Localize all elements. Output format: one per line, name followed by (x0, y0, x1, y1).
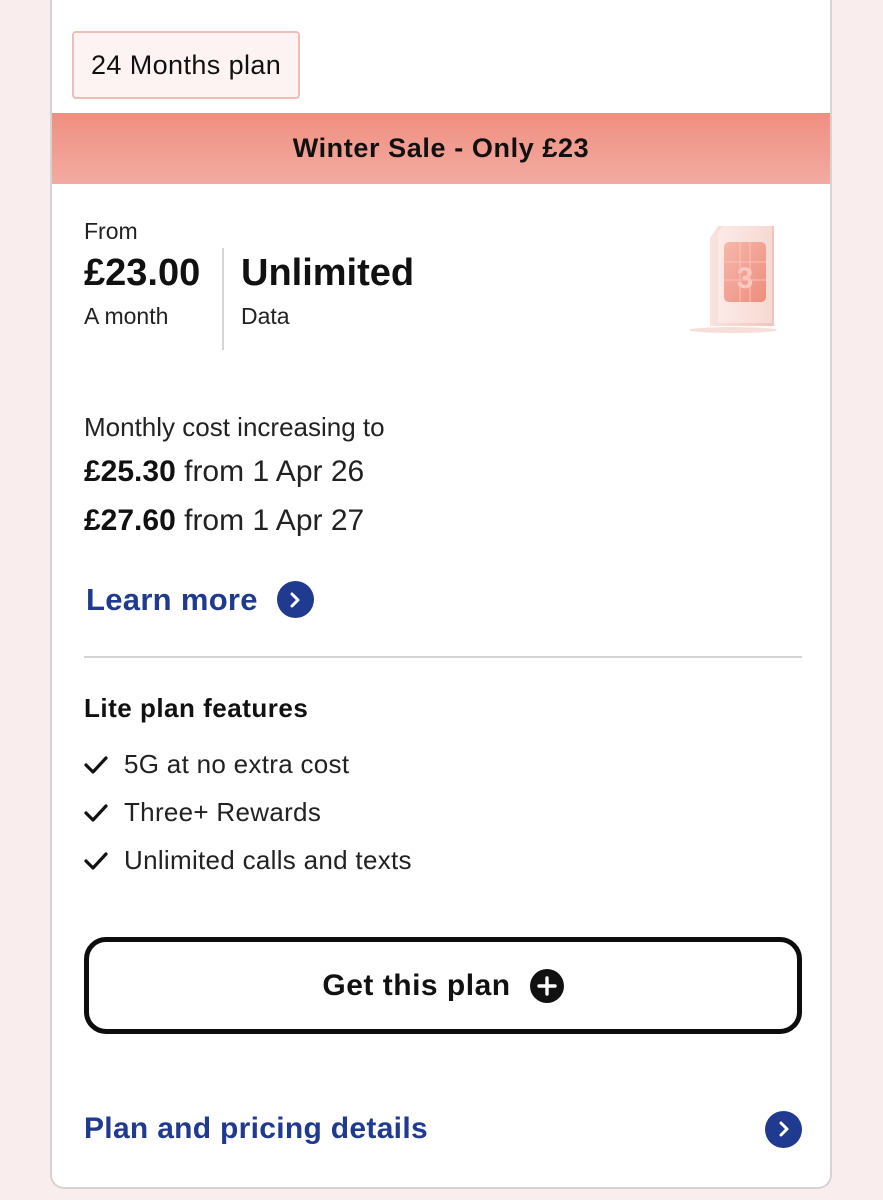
check-icon (84, 803, 108, 822)
feature-item: Three+ Rewards (84, 797, 321, 828)
cost-increase-row: £25.30 from 1 Apr 26 (84, 455, 364, 489)
price-unit: A month (84, 303, 169, 329)
check-icon (84, 755, 108, 774)
feature-label: 5G at no extra cost (124, 749, 350, 779)
sim-card-image: 3 (689, 225, 777, 333)
learn-more-link[interactable]: Learn more (86, 581, 314, 618)
cost-increase-row: £27.60 from 1 Apr 27 (84, 504, 364, 538)
increase-date: from 1 Apr 26 (184, 455, 365, 488)
cost-increase-heading: Monthly cost increasing to (84, 412, 385, 442)
section-divider (84, 656, 802, 658)
from-label: From (84, 218, 138, 244)
monthly-price: £23.00 (84, 252, 201, 294)
plan-pricing-details-link[interactable]: Plan and pricing details (84, 1108, 802, 1150)
price-divider (222, 248, 224, 350)
plan-card: 24 Months plan Winter Sale - Only £23 Fr… (50, 0, 832, 1189)
increase-amount: £25.30 (84, 455, 176, 488)
feature-item: Unlimited calls and texts (84, 845, 412, 876)
get-this-plan-button[interactable]: Get this plan (84, 937, 802, 1034)
data-unit: Data (241, 303, 290, 329)
data-allowance: Unlimited (241, 252, 415, 294)
feature-label: Three+ Rewards (124, 797, 322, 827)
learn-more-label: Learn more (86, 581, 258, 617)
features-title: Lite plan features (84, 693, 309, 723)
feature-item: 5G at no extra cost (84, 749, 349, 780)
plan-duration-tag: 24 Months plan (72, 31, 301, 99)
increase-amount: £27.60 (84, 504, 176, 537)
get-this-plan-label: Get this plan (322, 968, 511, 1002)
feature-label: Unlimited calls and texts (124, 845, 412, 875)
sale-banner: Winter Sale - Only £23 (52, 113, 830, 184)
check-icon (84, 851, 108, 870)
chevron-right-circle-icon (765, 1110, 802, 1148)
increase-date: from 1 Apr 27 (184, 504, 365, 537)
plus-circle-icon (529, 968, 564, 1003)
svg-text:3: 3 (737, 262, 754, 295)
chevron-right-circle-icon (276, 581, 314, 618)
pricing-details-label: Plan and pricing details (84, 1112, 428, 1145)
